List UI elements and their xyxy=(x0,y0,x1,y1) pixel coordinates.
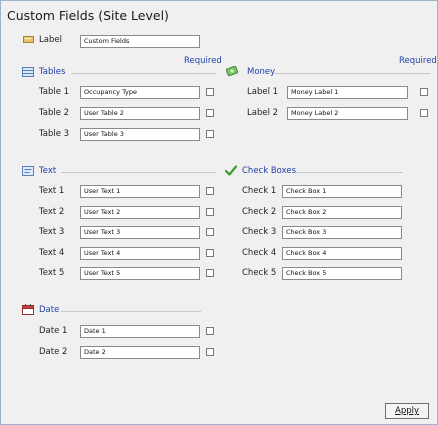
table-3-label: Table 3 xyxy=(39,129,70,139)
date-section-title: Date xyxy=(39,305,60,315)
label-tag-icon xyxy=(23,36,34,43)
label-field-label: Label xyxy=(39,35,62,45)
text-5-input[interactable]: User Text 5 xyxy=(80,267,200,280)
text-2-label: Text 2 xyxy=(39,207,65,217)
text-2-required-checkbox[interactable] xyxy=(206,208,214,216)
date-2-required-checkbox[interactable] xyxy=(206,348,214,356)
checkboxes-section-title: Check Boxes xyxy=(242,166,297,176)
money-label-1-input[interactable]: Money Label 1 xyxy=(287,86,408,99)
check-2-label: Check 2 xyxy=(242,207,277,217)
text-5-label: Text 5 xyxy=(39,268,65,278)
check-2-input[interactable]: Check Box 2 xyxy=(282,206,402,219)
checkboxes-divider xyxy=(295,172,403,173)
money-label-1-required-checkbox[interactable] xyxy=(420,88,428,96)
text-1-label: Text 1 xyxy=(39,186,65,196)
money-required-header: Required xyxy=(399,56,437,66)
money-divider xyxy=(275,73,430,74)
table-3-required-checkbox[interactable] xyxy=(206,130,214,138)
money-bill-icon xyxy=(226,66,238,76)
label-field-input[interactable]: Custom Fields xyxy=(80,35,200,48)
date-divider xyxy=(61,311,201,312)
table-2-required-checkbox[interactable] xyxy=(206,109,214,117)
table-1-label: Table 1 xyxy=(39,87,70,97)
text-4-label: Text 4 xyxy=(39,248,65,258)
apply-button[interactable]: Apply xyxy=(385,403,429,419)
text-5-required-checkbox[interactable] xyxy=(206,269,214,277)
text-3-required-checkbox[interactable] xyxy=(206,228,214,236)
check-3-input[interactable]: Check Box 3 xyxy=(282,226,402,239)
check-5-label: Check 5 xyxy=(242,268,277,278)
text-1-required-checkbox[interactable] xyxy=(206,187,214,195)
date-2-label: Date 2 xyxy=(39,347,68,357)
tables-section-title: Tables xyxy=(39,67,66,77)
tables-required-header: Required xyxy=(184,56,222,66)
money-label-2-required-checkbox[interactable] xyxy=(420,109,428,117)
table-3-input[interactable]: User Table 3 xyxy=(80,128,200,141)
date-1-label: Date 1 xyxy=(39,326,68,336)
check-1-label: Check 1 xyxy=(242,186,277,196)
money-label-2-label: Label 2 xyxy=(247,108,279,118)
date-1-input[interactable]: Date 1 xyxy=(80,325,200,338)
text-4-input[interactable]: User Text 4 xyxy=(80,247,200,260)
date-2-input[interactable]: Date 2 xyxy=(80,346,200,359)
calendar-icon xyxy=(22,304,34,315)
check-5-input[interactable]: Check Box 5 xyxy=(282,267,402,280)
table-1-input[interactable]: Occupancy Type xyxy=(80,86,200,99)
text-section-title: Text xyxy=(39,166,57,176)
date-1-required-checkbox[interactable] xyxy=(206,327,214,335)
check-4-label: Check 4 xyxy=(242,248,277,258)
table-grid-icon xyxy=(22,67,34,77)
text-divider xyxy=(61,172,216,173)
money-label-2-input[interactable]: Money Label 2 xyxy=(287,107,408,120)
text-box-icon xyxy=(22,166,34,176)
money-section-title: Money xyxy=(247,67,276,77)
text-2-input[interactable]: User Text 2 xyxy=(80,206,200,219)
check-1-input[interactable]: Check Box 1 xyxy=(282,185,402,198)
checkmark-icon xyxy=(225,165,237,176)
check-3-label: Check 3 xyxy=(242,227,277,237)
table-2-label: Table 2 xyxy=(39,108,70,118)
table-1-required-checkbox[interactable] xyxy=(206,88,214,96)
window-title: Custom Fields (Site Level) xyxy=(7,8,169,23)
text-1-input[interactable]: User Text 1 xyxy=(80,185,200,198)
money-label-1-label: Label 1 xyxy=(247,87,279,97)
table-2-input[interactable]: User Table 2 xyxy=(80,107,200,120)
custom-fields-window: Custom Fields (Site Level) Label Custom … xyxy=(0,0,438,425)
text-3-label: Text 3 xyxy=(39,227,65,237)
check-4-input[interactable]: Check Box 4 xyxy=(282,247,402,260)
text-4-required-checkbox[interactable] xyxy=(206,249,214,257)
tables-divider xyxy=(71,73,216,74)
text-3-input[interactable]: User Text 3 xyxy=(80,226,200,239)
